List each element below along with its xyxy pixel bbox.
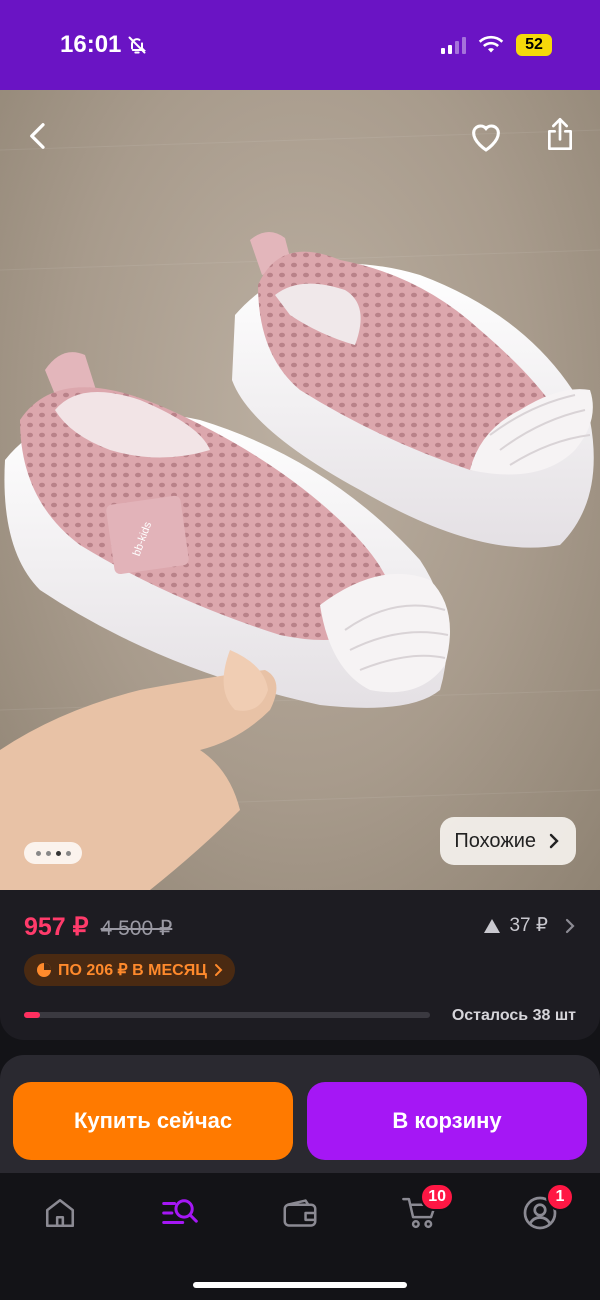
installment-text: ПО 206 ₽ В МЕСЯЦ xyxy=(58,962,207,979)
remaining-stock: Осталось 38 шт xyxy=(451,1007,576,1024)
home-indicator xyxy=(193,1282,407,1288)
signal-icon xyxy=(441,36,466,54)
tab-catalog[interactable] xyxy=(160,1193,200,1233)
battery-indicator: 52 xyxy=(516,34,552,56)
product-image: bb-kids xyxy=(0,129,600,890)
home-icon xyxy=(45,1198,75,1228)
wifi-icon xyxy=(478,35,504,53)
action-panel: Купить сейчас В корзину xyxy=(0,1055,600,1173)
cart-badge: 10 xyxy=(420,1183,454,1211)
product-photo[interactable]: bb-kids Похожие xyxy=(0,90,600,890)
tab-cart[interactable]: 10 xyxy=(400,1183,454,1233)
pie-chart-icon xyxy=(37,963,51,977)
tab-wallet[interactable] xyxy=(280,1193,320,1233)
stock-progress-fill xyxy=(24,1012,41,1018)
chevron-right-icon xyxy=(549,833,559,849)
current-price: 957 ₽ xyxy=(24,913,89,941)
heart-icon xyxy=(472,124,500,152)
chevron-right-icon xyxy=(214,964,223,976)
tab-bar: 10 1 xyxy=(0,1173,600,1300)
tab-profile[interactable]: 1 xyxy=(520,1183,574,1233)
similar-label: Похожие xyxy=(454,829,536,852)
bell-off-icon xyxy=(128,36,147,54)
favorite-button[interactable] xyxy=(462,112,510,160)
share-icon xyxy=(548,118,572,151)
chevron-left-icon xyxy=(30,123,45,149)
price-card: 957 ₽ 4 500 ₽ 37 ₽ ПО 206 ₽ В МЕСЯЦ Оста… xyxy=(0,890,600,1040)
stock-progress-bar xyxy=(24,1012,430,1018)
triangle-up-icon xyxy=(484,918,501,933)
add-to-cart-button[interactable]: В корзину xyxy=(307,1082,587,1160)
old-price: 4 500 ₽ xyxy=(100,917,173,940)
price-delta: 37 ₽ xyxy=(509,915,548,936)
share-button[interactable] xyxy=(536,110,584,158)
installment-badge[interactable]: ПО 206 ₽ В МЕСЯЦ xyxy=(24,954,235,986)
status-time: 16:01 xyxy=(60,31,122,58)
status-bar: 16:01 52 xyxy=(0,0,600,90)
chevron-right-icon xyxy=(565,918,575,933)
tab-home[interactable] xyxy=(40,1193,80,1233)
gallery-pagination xyxy=(24,842,82,864)
catalog-search-icon xyxy=(162,1199,198,1224)
profile-badge: 1 xyxy=(546,1183,574,1211)
back-button[interactable] xyxy=(14,112,62,160)
buy-now-button[interactable]: Купить сейчас xyxy=(13,1082,293,1160)
wallet-icon xyxy=(283,1199,317,1227)
similar-button[interactable]: Похожие xyxy=(440,817,576,865)
price-history-link[interactable]: 37 ₽ xyxy=(483,914,576,937)
